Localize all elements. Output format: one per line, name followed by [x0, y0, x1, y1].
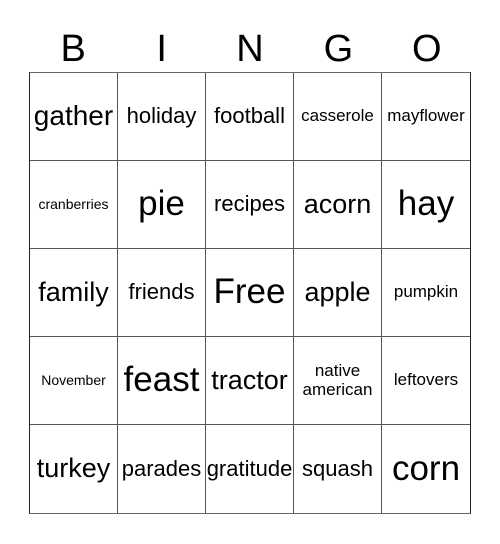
free-space-cell[interactable]: Free: [206, 249, 294, 337]
bingo-cell[interactable]: holiday: [118, 73, 206, 161]
bingo-cell[interactable]: casserole: [294, 73, 382, 161]
header-letter-n: N: [236, 28, 264, 70]
bingo-cell[interactable]: family: [30, 249, 118, 337]
bingo-cell[interactable]: gather: [30, 73, 118, 161]
header-letter-b: B: [60, 28, 86, 70]
bingo-cell[interactable]: hay: [382, 161, 470, 249]
bingo-cell[interactable]: pumpkin: [382, 249, 470, 337]
bingo-cell[interactable]: recipes: [206, 161, 294, 249]
bingo-cell[interactable]: parades: [118, 425, 206, 513]
bingo-header: B I N G O: [29, 26, 471, 72]
bingo-cell[interactable]: feast: [118, 337, 206, 425]
bingo-cell[interactable]: tractor: [206, 337, 294, 425]
bingo-grid: gather holiday football casserole mayflower c…: [29, 72, 471, 514]
header-letter-o: O: [412, 28, 442, 70]
header-letter-g: G: [323, 28, 354, 70]
bingo-cell[interactable]: mayflower: [382, 73, 470, 161]
bingo-cell[interactable]: gratitude: [206, 425, 294, 513]
bingo-cell[interactable]: turkey: [30, 425, 118, 513]
bingo-cell[interactable]: acorn: [294, 161, 382, 249]
bingo-cell[interactable]: apple: [294, 249, 382, 337]
header-letter-i: I: [156, 28, 167, 70]
bingo-cell[interactable]: native american: [294, 337, 382, 425]
bingo-cell[interactable]: cranberries: [30, 161, 118, 249]
bingo-cell[interactable]: November: [30, 337, 118, 425]
bingo-cell[interactable]: friends: [118, 249, 206, 337]
bingo-cell[interactable]: leftovers: [382, 337, 470, 425]
bingo-cell[interactable]: football: [206, 73, 294, 161]
bingo-cell[interactable]: corn: [382, 425, 470, 513]
bingo-cell[interactable]: squash: [294, 425, 382, 513]
bingo-cell[interactable]: pie: [118, 161, 206, 249]
